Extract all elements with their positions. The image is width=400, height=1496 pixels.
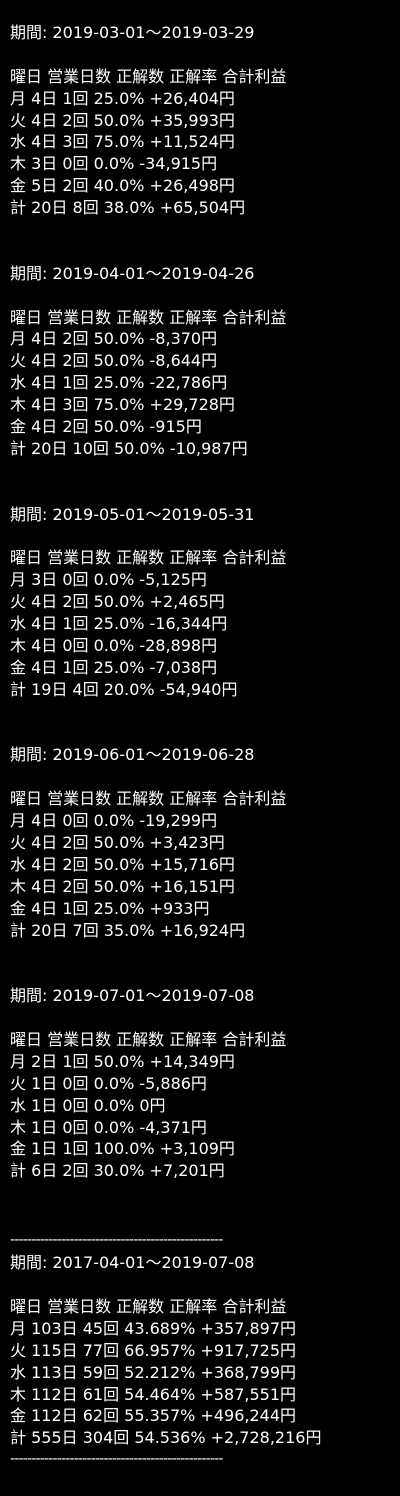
table-header: 曜日 営業日数 正解数 正解率 合計利益: [10, 307, 287, 327]
period-range: 期間: 2019-06-01〜2019-06-28: [10, 745, 255, 765]
period-block: 期間: 2019-07-01〜2019-07-08 曜日 営業日数 正解数 正解…: [10, 985, 395, 1182]
table-row-monday: 月 4日 2回 50.0% -8,370円: [10, 329, 218, 349]
period-range: 期間: 2019-04-01〜2019-04-26: [10, 263, 255, 283]
total-block: 期間: 2017-04-01〜2019-07-08 曜日 営業日数 正解数 正解…: [10, 1252, 395, 1449]
table-row-monday: 月 4日 1回 25.0% +26,404円: [10, 88, 235, 108]
table-row-total: 計 20日 10回 50.0% -10,987円: [10, 438, 248, 458]
table-row-wednesday: 水 4日 3回 75.0% +11,524円: [10, 132, 235, 152]
table-row-total: 計 6日 2回 30.0% +7,201円: [10, 1161, 225, 1181]
period-block: 期間: 2019-03-01〜2019-03-29 曜日 営業日数 正解数 正解…: [10, 22, 395, 219]
table-row-total: 計 20日 8回 38.0% +65,504円: [10, 198, 246, 218]
period-range: 期間: 2017-04-01〜2019-07-08: [10, 1253, 255, 1273]
separator-line: ----------------------------------------…: [10, 1232, 223, 1249]
table-header: 曜日 営業日数 正解数 正解率 合計利益: [10, 789, 287, 809]
report-text: 期間: 2019-03-01〜2019-03-29 曜日 営業日数 正解数 正解…: [10, 22, 395, 1471]
table-row-friday: 金 4日 1回 25.0% -7,038円: [10, 657, 218, 677]
table-row-total: 計 555日 304回 54.536% +2,728,216円: [10, 1428, 322, 1448]
separator-line: ----------------------------------------…: [10, 1451, 223, 1468]
table-row-friday: 金 5日 2回 40.0% +26,498円: [10, 176, 235, 196]
table-row-tuesday: 火 4日 2回 50.0% +35,993円: [10, 110, 235, 130]
table-row-thursday: 木 1日 0回 0.0% -4,371円: [10, 1117, 207, 1137]
period-range: 期間: 2019-07-01〜2019-07-08: [10, 986, 255, 1006]
table-row-thursday: 木 112日 61回 54.464% +587,551円: [10, 1384, 297, 1404]
table-row-tuesday: 火 115日 77回 66.957% +917,725円: [10, 1340, 297, 1360]
table-row-monday: 月 3日 0回 0.0% -5,125円: [10, 570, 207, 590]
table-row-friday: 金 112日 62回 55.357% +496,244円: [10, 1406, 297, 1426]
table-row-monday: 月 103日 45回 43.689% +357,897円: [10, 1318, 297, 1338]
period-block: 期間: 2019-04-01〜2019-04-26 曜日 営業日数 正解数 正解…: [10, 263, 395, 460]
table-row-tuesday: 火 4日 2回 50.0% +3,423円: [10, 833, 225, 852]
table-row-wednesday: 水 4日 1回 25.0% -16,344円: [10, 614, 228, 634]
table-row-monday: 月 4日 0回 0.0% -19,299円: [10, 811, 218, 831]
period-range: 期間: 2019-03-01〜2019-03-29: [10, 23, 255, 42]
period-block: 期間: 2019-05-01〜2019-05-31 曜日 営業日数 正解数 正解…: [10, 504, 395, 701]
table-header: 曜日 営業日数 正解数 正解率 合計利益: [10, 548, 287, 568]
table-row-wednesday: 水 4日 1回 25.0% -22,786円: [10, 373, 228, 393]
table-header: 曜日 営業日数 正解数 正解率 合計利益: [10, 66, 287, 86]
table-header: 曜日 営業日数 正解数 正解率 合計利益: [10, 1030, 287, 1050]
table-row-thursday: 木 4日 0回 0.0% -28,898円: [10, 635, 218, 655]
table-row-friday: 金 1日 1回 100.0% +3,109円: [10, 1139, 235, 1159]
table-row-thursday: 木 4日 2回 50.0% +16,151円: [10, 876, 235, 896]
table-row-tuesday: 火 4日 2回 50.0% +2,465円: [10, 592, 225, 612]
table-row-total: 計 19日 4回 20.0% -54,940円: [10, 679, 238, 699]
table-row-monday: 月 2日 1回 50.0% +14,349円: [10, 1051, 235, 1071]
table-row-wednesday: 水 4日 2回 50.0% +15,716円: [10, 854, 235, 874]
period-block: 期間: 2019-06-01〜2019-06-28 曜日 営業日数 正解数 正解…: [10, 744, 395, 941]
table-row-wednesday: 水 113日 59回 52.212% +368,799円: [10, 1362, 297, 1382]
table-row-total: 計 20日 7回 35.0% +16,924円: [10, 920, 246, 940]
table-row-tuesday: 火 4日 2回 50.0% -8,644円: [10, 351, 218, 371]
table-header: 曜日 営業日数 正解数 正解率 合計利益: [10, 1296, 287, 1316]
table-row-tuesday: 火 1日 0回 0.0% -5,886円: [10, 1073, 207, 1093]
period-range: 期間: 2019-05-01〜2019-05-31: [10, 504, 255, 524]
table-row-thursday: 木 4日 3回 75.0% +29,728円: [10, 395, 235, 415]
table-row-wednesday: 水 1日 0回 0.0% 0円: [10, 1095, 166, 1115]
table-row-friday: 金 4日 2回 50.0% -915円: [10, 417, 202, 437]
table-row-thursday: 木 3日 0回 0.0% -34,915円: [10, 154, 218, 174]
table-row-friday: 金 4日 1回 25.0% +933円: [10, 898, 210, 918]
